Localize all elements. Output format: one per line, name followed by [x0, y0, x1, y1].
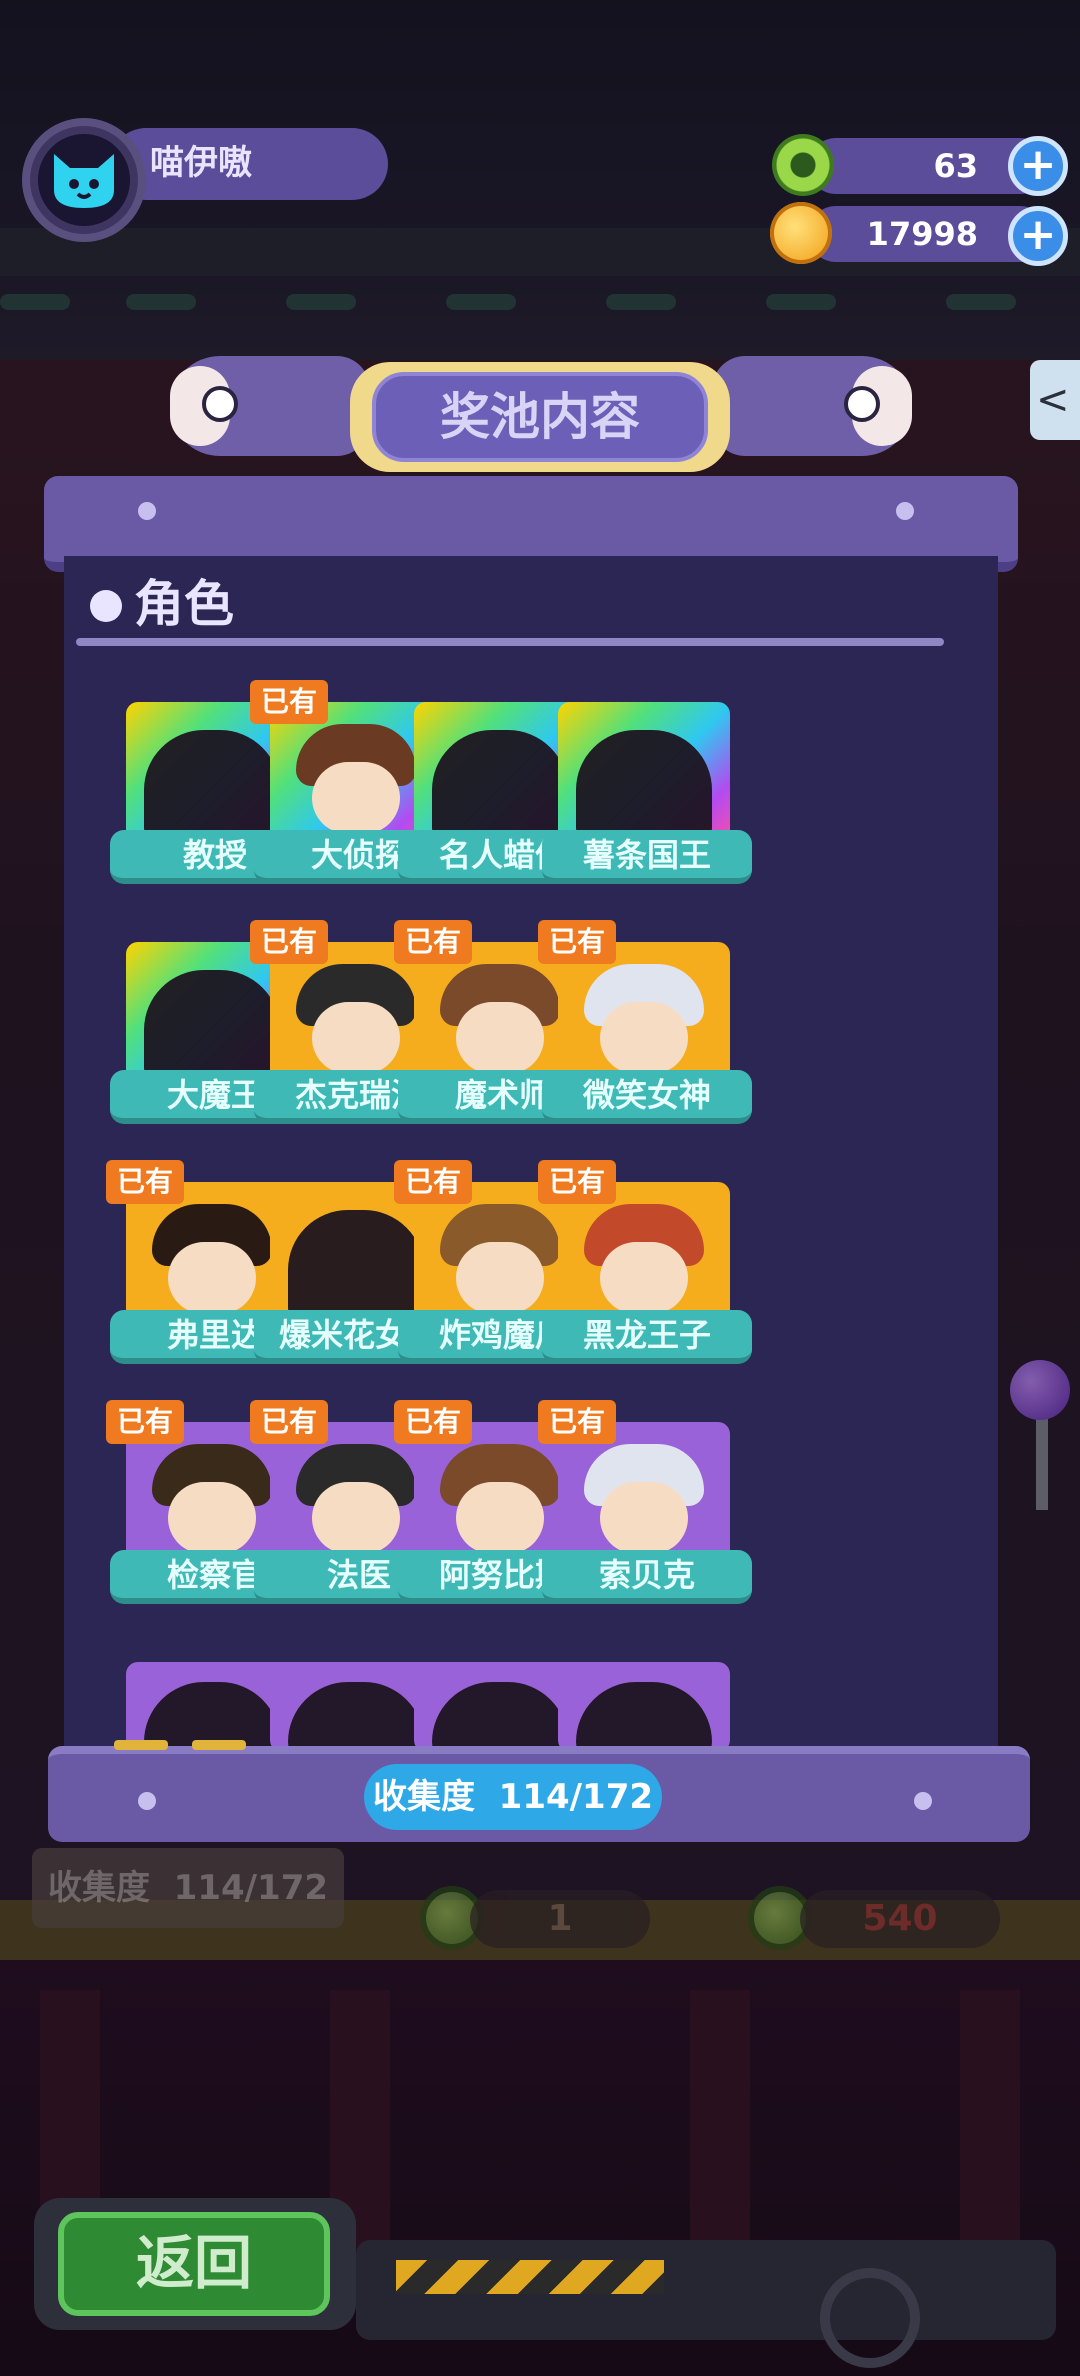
- section-bullet: [90, 590, 122, 622]
- add-gold-currency-button[interactable]: +: [1008, 206, 1068, 266]
- owned-badge: 已有: [394, 1160, 472, 1204]
- character-face: [168, 1482, 256, 1554]
- owned-badge: 已有: [394, 1400, 472, 1444]
- collection-progress-label: 收集度: [372, 1777, 475, 1817]
- share-icon[interactable]: <: [1030, 360, 1080, 440]
- hazard-stripe: [396, 2260, 664, 2294]
- character-name: 薯条国王: [542, 830, 752, 884]
- character-face: [600, 1002, 688, 1074]
- collection-progress-value: 114/172: [498, 1777, 654, 1817]
- machine-wheel: [820, 2268, 920, 2368]
- bolt: [138, 1792, 156, 1810]
- character-portrait: [558, 702, 730, 848]
- bolt: [914, 1792, 932, 1810]
- bolt: [138, 502, 156, 520]
- character-name: 索贝克: [542, 1550, 752, 1604]
- owned-badge: 已有: [538, 920, 616, 964]
- character-face: [600, 1482, 688, 1554]
- locked-silhouette: [288, 1682, 424, 1752]
- green-donut-coin-icon: [772, 134, 834, 196]
- character-face: [456, 1002, 544, 1074]
- character-face: [456, 1242, 544, 1314]
- add-green-currency-button[interactable]: +: [1008, 136, 1068, 196]
- character-card[interactable]: 薯条国王: [542, 702, 752, 892]
- character-name: 微笑女神: [542, 1070, 752, 1124]
- right-fish-ornament: [712, 356, 912, 456]
- gold-currency-value: 17998: [866, 215, 978, 253]
- section-title: 角色: [134, 575, 234, 633]
- owned-badge: 已有: [538, 1400, 616, 1444]
- player-name: 喵伊嗷: [150, 143, 252, 183]
- character-card[interactable]: 微笑女神 已有: [538, 920, 752, 1132]
- character-face: [312, 1482, 400, 1554]
- character-face: [600, 1242, 688, 1314]
- character-card[interactable]: 黑龙王子 已有: [538, 1160, 752, 1372]
- avatar[interactable]: [22, 118, 146, 242]
- owned-badge: 已有: [106, 1400, 184, 1444]
- collection-progress: 收集度 114/172: [364, 1764, 662, 1830]
- owned-badge: 已有: [538, 1160, 616, 1204]
- character-face: [312, 762, 400, 834]
- left-fish-ornament: [170, 356, 370, 456]
- locked-silhouette: [576, 1682, 712, 1752]
- owned-badge: 已有: [106, 1160, 184, 1204]
- owned-badge: 已有: [250, 920, 328, 964]
- panel-title: 奖池内容: [440, 388, 640, 446]
- bolt: [896, 502, 914, 520]
- green-currency-value: 63: [933, 147, 978, 185]
- locked-silhouette: [432, 1682, 568, 1752]
- prize-pool-panel[interactable]: 教授 大侦探 已有 名人蜡像 薯条国王 大魔王 杰克瑞波 已有 魔术师 已有 微笑女神 已有 弗里达 已有…: [64, 556, 998, 1752]
- character-card[interactable]: 索贝克 已有: [538, 1400, 752, 1612]
- gold-planet-coin-icon: [770, 202, 832, 264]
- character-name: 黑龙王子: [542, 1310, 752, 1364]
- owned-badge: 已有: [394, 920, 472, 964]
- section-divider: [76, 638, 944, 646]
- scroll-indicator: [192, 1740, 246, 1750]
- character-face: [168, 1242, 256, 1314]
- character-face: [456, 1482, 544, 1554]
- character-face: [312, 1002, 400, 1074]
- owned-badge: 已有: [250, 680, 328, 724]
- scroll-indicator: [114, 1740, 168, 1750]
- owned-badge: 已有: [250, 1400, 328, 1444]
- back-button[interactable]: 返回: [58, 2212, 330, 2316]
- cat-face-icon: [54, 154, 114, 208]
- character-portrait-partial[interactable]: [558, 1662, 730, 1752]
